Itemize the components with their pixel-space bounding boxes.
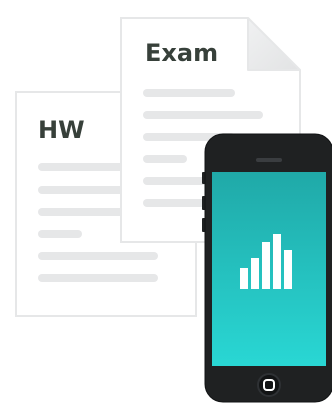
hw-title: HW — [38, 116, 85, 144]
chart-bar — [284, 250, 292, 289]
smartphone — [202, 133, 332, 403]
hw-line — [38, 274, 158, 282]
chart-bar — [273, 234, 281, 289]
page-fold-icon — [247, 17, 301, 71]
exam-line — [143, 199, 205, 207]
phone-speaker — [256, 158, 282, 162]
exam-line — [143, 89, 235, 97]
hw-line — [38, 252, 158, 260]
exam-line — [143, 111, 263, 119]
exam-line — [143, 155, 187, 163]
chart-bar — [262, 242, 270, 289]
chart-bar — [240, 268, 248, 289]
illustration-scene: HW Exam — [15, 17, 332, 403]
home-button-icon[interactable] — [257, 373, 281, 397]
chart-bar — [251, 258, 259, 289]
hw-line — [38, 230, 82, 238]
exam-title: Exam — [145, 39, 218, 67]
